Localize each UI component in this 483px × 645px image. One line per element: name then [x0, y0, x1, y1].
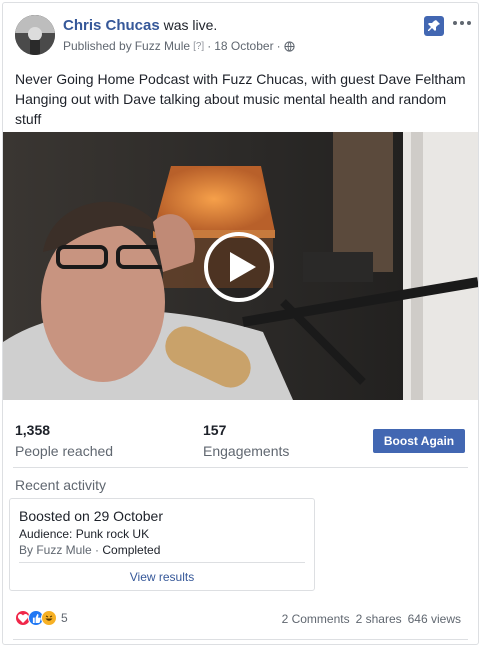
reactions-summary[interactable]: 5	[15, 610, 68, 626]
boost-activity-card: Boosted on 29 October Audience: Punk roc…	[9, 498, 315, 591]
boost-by-line: By Fuzz Mule · Completed	[19, 543, 160, 557]
author-avatar[interactable]	[15, 15, 55, 55]
activity-divider	[19, 562, 305, 563]
engagement-counts: 2 Comments 2 shares 646 views	[282, 612, 461, 626]
video-player[interactable]	[3, 132, 478, 400]
divider	[13, 639, 468, 640]
boost-title: Boosted on 29 October	[19, 508, 163, 524]
view-results-link[interactable]: View results	[10, 570, 314, 584]
haha-reaction-icon	[41, 610, 57, 626]
more-options-icon[interactable]	[450, 15, 474, 31]
globe-icon	[283, 40, 295, 52]
engagements-value: 157	[203, 422, 227, 438]
author-name-link[interactable]: Chris Chucas	[63, 17, 160, 34]
boost-status: Completed	[102, 543, 161, 557]
people-reached-value: 1,358	[15, 422, 51, 438]
post-date[interactable]: 18 October	[214, 39, 273, 53]
published-by-label: Published by	[63, 39, 132, 53]
boost-audience: Audience: Punk rock UK	[19, 527, 150, 541]
author-line: Chris Chucas was live.	[63, 17, 217, 34]
help-marker[interactable]: [?]	[193, 41, 204, 52]
boost-separator: ·	[95, 543, 100, 557]
engagements-stat: 157 Engagements	[203, 422, 289, 459]
meta-separator: ·	[276, 39, 281, 53]
publisher-name[interactable]: Fuzz Mule	[135, 39, 190, 53]
shares-count-link[interactable]: 2 shares	[356, 612, 402, 626]
people-reached-label: People reached	[15, 443, 114, 459]
recent-activity-title: Recent activity	[15, 477, 107, 493]
author-action: was live.	[163, 17, 218, 33]
comments-count-link[interactable]: 2 Comments	[282, 612, 350, 626]
post-meta: Published by Fuzz Mule [?] · 18 October …	[63, 39, 295, 53]
boost-by: By Fuzz Mule	[19, 543, 92, 557]
pin-icon[interactable]	[424, 16, 444, 36]
meta-separator: ·	[207, 39, 212, 53]
engagements-label: Engagements	[203, 443, 290, 459]
post-text: Never Going Home Podcast with Fuzz Chuca…	[15, 71, 466, 127]
post-card: Chris Chucas was live. Published by Fuzz…	[2, 2, 479, 645]
divider	[13, 467, 468, 468]
people-reached-stat: 1,358 People reached	[15, 422, 113, 459]
reaction-count: 5	[61, 611, 68, 625]
play-icon	[230, 252, 256, 282]
boost-again-button[interactable]: Boost Again	[373, 429, 465, 453]
play-button[interactable]	[204, 232, 274, 302]
views-count: 646 views	[407, 612, 461, 626]
